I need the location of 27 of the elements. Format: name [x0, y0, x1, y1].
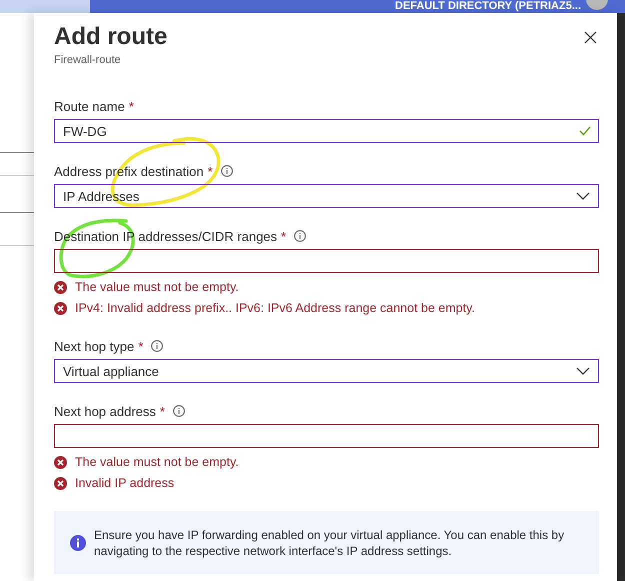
field-label: Next hop address *: [54, 404, 165, 418]
error-icon: [54, 302, 67, 314]
panel-title: Add route: [54, 23, 168, 51]
info-icon: [70, 534, 86, 550]
panel-subtitle: Firewall-route: [54, 53, 122, 67]
info-text: Ensure you have IP forwarding enabled on your virtual appliance. You can enable this by navigating to the respective network interface's IP address settings.: [94, 526, 566, 558]
dropdown[interactable]: Virtual appliance: [54, 359, 599, 383]
info-icon[interactable]: [294, 230, 306, 242]
error-message: The value must not be empty.: [75, 280, 239, 294]
field-label: Next hop type *: [54, 338, 144, 354]
error-message: The value must not be empty.: [75, 455, 239, 469]
field-label: Route name *: [54, 98, 134, 114]
input-field[interactable]: [54, 424, 599, 448]
info-icon[interactable]: [151, 340, 164, 352]
error-message: IPv4: Invalid address prefix.. IPv6: IPv6 Address range cannot be empty.: [75, 301, 475, 315]
error-icon: [54, 456, 67, 468]
input-field[interactable]: [54, 249, 599, 273]
input-field[interactable]: FW-DG: [54, 119, 599, 143]
chevron-down-icon: [576, 367, 590, 375]
info-icon[interactable]: [172, 405, 185, 417]
close-icon: [584, 31, 597, 44]
error-icon: [54, 280, 67, 294]
info-icon[interactable]: [220, 165, 233, 177]
error-icon: [54, 476, 67, 490]
error-message: Invalid IP address: [75, 476, 174, 490]
chevron-down-icon: [576, 192, 590, 200]
directory-name: DEFAULT DIRECTORY (PETRIAZ5...: [395, 1, 581, 12]
